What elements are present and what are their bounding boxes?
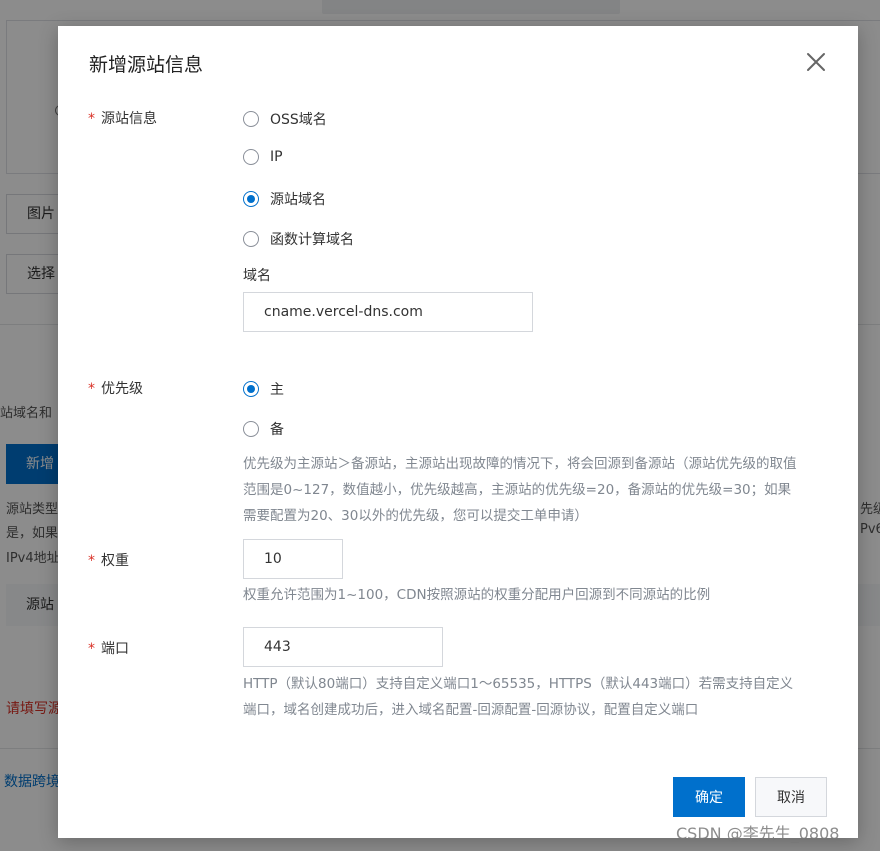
radio-circle[interactable] [243, 421, 259, 437]
required-mark: * [88, 553, 95, 569]
radio-label: 函数计算域名 [270, 232, 354, 248]
radio-label: 主 [270, 382, 284, 398]
cancel-button[interactable]: 取消 [755, 777, 827, 817]
close-button[interactable] [804, 50, 828, 74]
close-icon [807, 53, 825, 71]
weight-label: * 权重 [88, 553, 129, 569]
weight-input[interactable]: 10 [243, 539, 343, 579]
required-mark: * [88, 641, 95, 657]
radio-priority-primary[interactable]: 主 [243, 379, 284, 399]
radio-function-compute-domain[interactable]: 函数计算域名 [243, 229, 354, 249]
domain-label: 域名 [243, 268, 271, 284]
port-label: * 端口 [88, 641, 129, 657]
radio-circle[interactable] [243, 231, 259, 247]
add-origin-dialog: 新增源站信息 * 源站信息 OSS域名 IP 源站域名 函数计算域名 域名 cna… [58, 26, 858, 838]
priority-label: * 优先级 [88, 381, 143, 397]
radio-label: OSS域名 [270, 112, 327, 128]
priority-help-text: 优先级为主源站＞备源站，主源站出现故障的情况下，将会回源到备源站（源站优先级的取… [243, 456, 797, 524]
weight-help-text: 权重允许范围为1~100，CDN按照源站的权重分配用户回源到不同源站的比例 [243, 587, 711, 603]
radio-label: IP [270, 149, 283, 165]
csdn-watermark: CSDN @李先生_0808 [676, 824, 840, 843]
domain-input[interactable]: cname.vercel-dns.com [243, 292, 533, 332]
origin-info-label: * 源站信息 [88, 111, 157, 127]
radio-origin-domain[interactable]: 源站域名 [243, 189, 326, 209]
radio-circle-checked[interactable] [243, 381, 259, 397]
required-mark: * [88, 381, 95, 397]
radio-oss-domain[interactable]: OSS域名 [243, 109, 327, 129]
confirm-button[interactable]: 确定 [673, 777, 745, 817]
radio-circle-checked[interactable] [243, 191, 259, 207]
radio-circle[interactable] [243, 149, 259, 165]
radio-priority-backup[interactable]: 备 [243, 419, 284, 439]
radio-label: 备 [270, 422, 284, 438]
radio-label: 源站域名 [270, 192, 326, 208]
radio-ip[interactable]: IP [243, 149, 283, 165]
dialog-title: 新增源站信息 [89, 54, 204, 76]
radio-circle[interactable] [243, 111, 259, 127]
port-help-text: HTTP（默认80端口）支持自定义端口1～65535，HTTPS（默认443端口… [243, 676, 794, 718]
required-mark: * [88, 111, 95, 127]
port-input[interactable]: 443 [243, 627, 443, 667]
